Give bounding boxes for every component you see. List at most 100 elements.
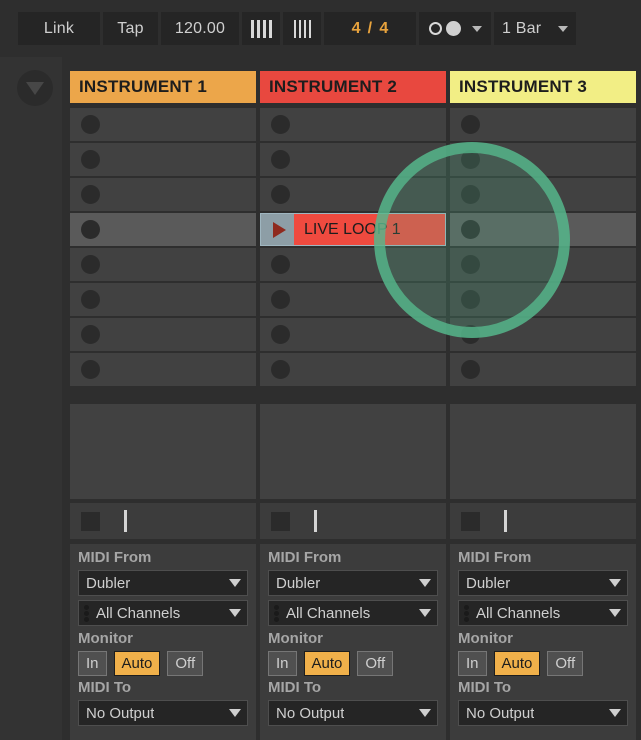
midi-from-dropdown[interactable]: Dubler [268, 570, 438, 596]
clip-slot[interactable] [260, 108, 446, 143]
track-header-3[interactable]: INSTRUMENT 3 [450, 71, 636, 103]
midi-from-dropdown[interactable]: Dubler [78, 570, 248, 596]
stop-square-icon[interactable] [81, 511, 100, 531]
midi-to-dropdown[interactable]: No Output [78, 700, 248, 726]
track-stop-row[interactable] [260, 503, 446, 539]
clip-slot[interactable] [70, 318, 256, 353]
record-dot-icon[interactable] [271, 325, 290, 344]
monitor-off-button[interactable]: Off [357, 651, 394, 676]
clip-live-loop-1[interactable]: LIVE LOOP 1 [260, 213, 446, 246]
record-dot-icon[interactable] [271, 185, 290, 204]
three-dots-icon [464, 604, 469, 622]
track-stop-row[interactable] [450, 503, 636, 539]
track-empty-area[interactable] [70, 404, 256, 499]
clip-slot[interactable] [260, 283, 446, 318]
clip-slot[interactable] [70, 213, 256, 248]
clip-slot[interactable] [70, 353, 256, 388]
record-dot-icon[interactable] [461, 360, 480, 379]
tempo-value[interactable]: 120.00 [161, 12, 239, 45]
record-dot-icon[interactable] [81, 325, 100, 344]
clip-slot[interactable] [450, 318, 636, 353]
record-dot-icon[interactable] [81, 360, 100, 379]
link-button[interactable]: Link [18, 12, 100, 45]
midi-channel-dropdown[interactable]: All Channels [458, 600, 628, 626]
session-view-grid: INSTRUMENT 1 MIDI From Dubler All Channe… [62, 57, 641, 740]
record-dot-icon[interactable] [461, 290, 480, 309]
monitor-off-button[interactable]: Off [547, 651, 584, 676]
midi-from-label: MIDI From [78, 549, 152, 566]
record-dot-icon[interactable] [461, 115, 480, 134]
record-dot-icon[interactable] [461, 150, 480, 169]
track-stop-row[interactable] [70, 503, 256, 539]
record-dot-icon[interactable] [461, 185, 480, 204]
tap-tempo-button[interactable]: Tap [103, 12, 158, 45]
monitor-auto-button[interactable]: Auto [113, 651, 161, 676]
record-dot-icon[interactable] [271, 150, 290, 169]
clip-slot[interactable] [450, 248, 636, 283]
clip-slot[interactable] [450, 108, 636, 143]
midi-channel-dropdown[interactable]: All Channels [78, 600, 248, 626]
grid-bars-thick-icon[interactable] [242, 12, 280, 45]
circle-outline-icon [428, 22, 442, 35]
record-dot-icon[interactable] [271, 360, 290, 379]
monitor-in-button[interactable]: In [78, 651, 107, 676]
record-dot-icon[interactable] [271, 290, 290, 309]
record-dot-icon[interactable] [271, 115, 290, 134]
stop-square-icon[interactable] [461, 511, 480, 531]
triangle-down-icon[interactable] [17, 70, 53, 106]
chevron-down-icon[interactable] [558, 25, 568, 32]
record-dot-icon[interactable] [271, 255, 290, 274]
track-header-2[interactable]: INSTRUMENT 2 [260, 71, 446, 103]
track-empty-area[interactable] [450, 404, 636, 499]
clip-slot[interactable] [450, 353, 636, 388]
stop-square-icon[interactable] [271, 511, 290, 531]
track-empty-area[interactable] [260, 404, 446, 499]
record-dot-icon[interactable] [81, 115, 100, 134]
clip-slot-list-1 [70, 108, 256, 388]
grid-bars-thin-icon[interactable] [283, 12, 321, 45]
record-dot-icon[interactable] [81, 290, 100, 309]
clip-slot[interactable] [260, 178, 446, 213]
record-dot-icon[interactable] [81, 255, 100, 274]
launch-quantization-dropdown[interactable]: 1 Bar [494, 12, 576, 45]
clip-slot[interactable] [450, 143, 636, 178]
clip-slot[interactable] [260, 353, 446, 388]
clip-slot[interactable] [70, 248, 256, 283]
track-header-1[interactable]: INSTRUMENT 1 [70, 71, 256, 103]
three-dots-icon [274, 604, 279, 622]
clip-slot[interactable] [260, 318, 446, 353]
chevron-down-icon[interactable] [471, 25, 482, 32]
clip-slot[interactable] [450, 283, 636, 318]
clip-slot-live-loop-1[interactable]: LIVE LOOP 1 [260, 213, 446, 248]
midi-channel-dropdown[interactable]: All Channels [268, 600, 438, 626]
chevron-down-icon [609, 579, 621, 587]
time-signature[interactable]: 4 / 4 [324, 12, 416, 45]
quantize-mode-button[interactable] [419, 12, 491, 45]
clip-slot[interactable] [70, 178, 256, 213]
record-dot-icon[interactable] [461, 255, 480, 274]
record-dot-icon[interactable] [81, 150, 100, 169]
monitor-in-button[interactable]: In [458, 651, 487, 676]
clip-slot[interactable] [70, 283, 256, 318]
midi-channel-value: All Channels [476, 604, 561, 622]
monitor-auto-button[interactable]: Auto [493, 651, 541, 676]
monitor-in-button[interactable]: In [268, 651, 297, 676]
clip-slot[interactable] [260, 143, 446, 178]
clip-slot[interactable] [260, 248, 446, 283]
clip-slot[interactable] [70, 143, 256, 178]
clip-slot[interactable] [450, 213, 636, 248]
monitor-off-button[interactable]: Off [167, 651, 204, 676]
clip-slot[interactable] [450, 178, 636, 213]
midi-to-dropdown[interactable]: No Output [268, 700, 438, 726]
play-triangle-icon[interactable] [261, 214, 294, 245]
record-dot-icon[interactable] [81, 185, 100, 204]
record-dot-icon[interactable] [461, 325, 480, 344]
monitor-auto-button[interactable]: Auto [303, 651, 351, 676]
track-io-panel-2: MIDI From Dubler All Channels Monitor In… [260, 544, 446, 740]
record-dot-icon[interactable] [81, 220, 100, 239]
clip-slot[interactable] [70, 108, 256, 143]
record-dot-icon[interactable] [461, 220, 480, 239]
midi-from-dropdown[interactable]: Dubler [458, 570, 628, 596]
midi-to-dropdown[interactable]: No Output [458, 700, 628, 726]
chevron-down-icon [419, 579, 431, 587]
